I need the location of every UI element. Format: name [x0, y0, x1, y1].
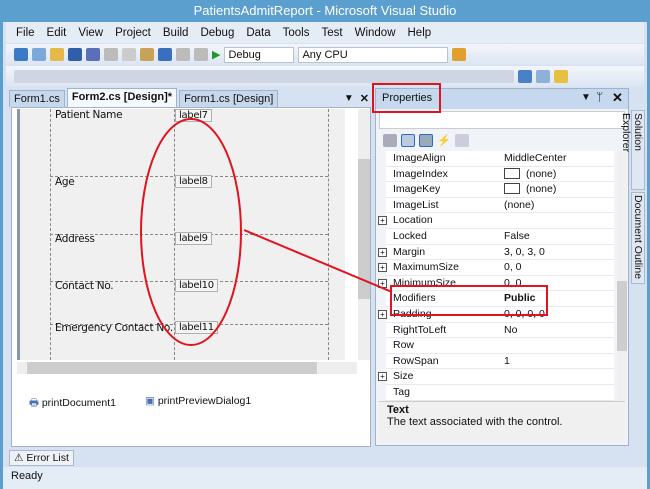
annotation-arrow-line: [243, 229, 393, 293]
modifiers-highlight-box: [390, 285, 548, 316]
window: PatientsAdmitReport - Microsoft Visual S…: [3, 0, 647, 489]
labels-highlight-ellipse: [140, 118, 242, 346]
properties-highlight-box: [372, 83, 441, 113]
annotation-overlay: [140, 83, 548, 346]
